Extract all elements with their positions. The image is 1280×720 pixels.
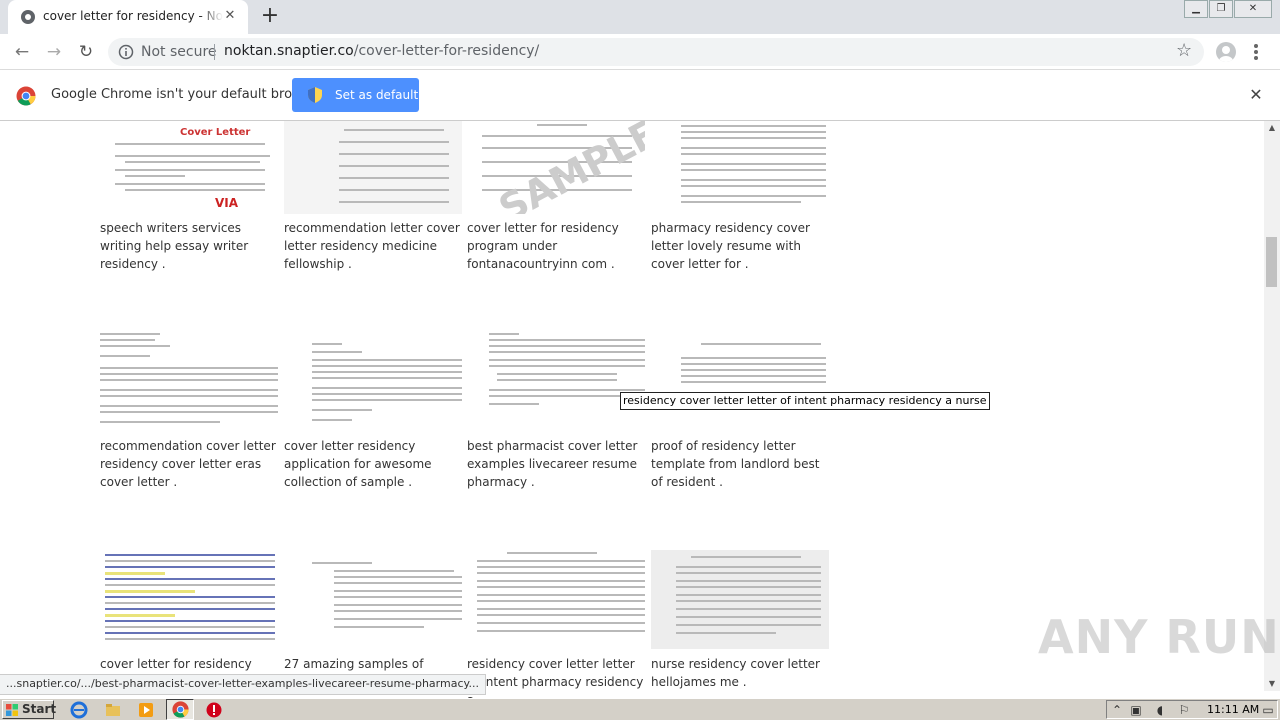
chrome-logo-icon bbox=[16, 86, 36, 106]
browser-tab[interactable]: cover letter for residency - Noktan.snap… bbox=[8, 0, 248, 34]
show-desktop-icon[interactable]: ▭ bbox=[1261, 703, 1275, 717]
url-path: /cover-letter-for-residency/ bbox=[353, 43, 540, 59]
volume-icon[interactable]: ◖ bbox=[1153, 703, 1167, 717]
tab-strip: cover letter for residency - Noktan.snap… bbox=[0, 0, 1280, 34]
image-caption[interactable]: 27 amazing samples of bbox=[284, 655, 464, 673]
link-status-bubble: ...snaptier.co/.../best-pharmacist-cover… bbox=[0, 674, 486, 695]
tab-close-icon[interactable]: ✕ bbox=[222, 8, 238, 24]
info-icon[interactable] bbox=[118, 44, 134, 60]
chrome-taskbar-button[interactable] bbox=[166, 699, 194, 720]
action-center-flag-icon[interactable]: ⚐ bbox=[1177, 703, 1191, 717]
start-button[interactable]: Start bbox=[2, 700, 57, 719]
window-close-icon[interactable]: ✕ bbox=[1234, 0, 1272, 18]
network-icon[interactable]: ▣ bbox=[1129, 703, 1143, 717]
address-bar[interactable]: Not secure noktan.snaptier.co/cover-lett… bbox=[108, 38, 1204, 66]
windows-taskbar: Start ⌃ ▣ ◖ ⚐ 11:11 AM ▭ bbox=[0, 698, 1280, 720]
scroll-down-arrow-icon[interactable]: ▼ bbox=[1264, 677, 1280, 691]
omnibox-separator bbox=[214, 44, 215, 60]
set-as-default-button[interactable]: Set as default bbox=[292, 78, 419, 112]
gallery-thumbnail[interactable]: Cover Letter VIA bbox=[100, 121, 278, 214]
browser-toolbar: ← → ↻ Not secure noktan.snaptier.co/cove… bbox=[0, 34, 1280, 70]
image-caption[interactable]: best pharmacist cover letter examples li… bbox=[467, 437, 647, 491]
gallery-thumbnail[interactable]: SAMPLE bbox=[467, 121, 645, 214]
image-caption[interactable]: cover letter residency application for a… bbox=[284, 437, 464, 491]
window-restore-icon[interactable]: ❐ bbox=[1209, 0, 1233, 18]
image-caption[interactable]: residency cover letter letter of intent … bbox=[467, 655, 647, 698]
gallery-thumbnail[interactable] bbox=[284, 331, 462, 427]
system-tray: ⌃ ▣ ◖ ⚐ 11:11 AM ▭ bbox=[1106, 700, 1278, 719]
uac-shield-icon bbox=[308, 87, 322, 103]
gallery-thumbnail[interactable] bbox=[651, 550, 829, 649]
image-caption[interactable]: recommendation letter cover letter resid… bbox=[284, 219, 464, 273]
gallery-thumbnail[interactable] bbox=[284, 550, 462, 649]
anyrun-watermark: ANY RUN bbox=[1038, 610, 1280, 664]
media-player-icon[interactable] bbox=[137, 701, 155, 719]
gallery-thumbnail[interactable] bbox=[467, 550, 645, 649]
start-label: Start bbox=[22, 702, 57, 716]
url-text[interactable]: noktan.snaptier.co/cover-letter-for-resi… bbox=[224, 43, 539, 59]
image-caption[interactable]: speech writers services writing help ess… bbox=[100, 219, 280, 273]
security-label[interactable]: Not secure bbox=[141, 44, 217, 60]
gallery-thumbnail[interactable] bbox=[651, 121, 829, 214]
image-caption[interactable]: cover letter for residency bbox=[100, 655, 280, 673]
clock[interactable]: 11:11 AM bbox=[1207, 703, 1259, 716]
chrome-icon bbox=[172, 701, 189, 718]
back-arrow-icon[interactable]: ← bbox=[10, 40, 34, 64]
forward-arrow-icon[interactable]: → bbox=[42, 40, 66, 64]
infobar-close-icon[interactable]: ✕ bbox=[1247, 86, 1265, 104]
image-caption[interactable]: cover letter for residency program under… bbox=[467, 219, 647, 273]
scroll-up-arrow-icon[interactable]: ▲ bbox=[1264, 121, 1280, 135]
reload-icon[interactable]: ↻ bbox=[74, 40, 98, 64]
thumbnail-badge: VIA bbox=[215, 196, 239, 210]
image-caption[interactable]: nurse residency cover letter hellojames … bbox=[651, 655, 831, 691]
gallery-thumbnail[interactable] bbox=[100, 550, 278, 649]
new-tab-icon[interactable]: + bbox=[258, 5, 282, 29]
image-caption[interactable]: recommendation cover letter residency co… bbox=[100, 437, 280, 491]
folder-icon[interactable] bbox=[104, 701, 122, 719]
ie-icon[interactable] bbox=[70, 701, 88, 719]
image-caption[interactable]: proof of residency letter template from … bbox=[651, 437, 831, 491]
scrollbar-thumb[interactable] bbox=[1266, 237, 1277, 287]
default-browser-infobar: Google Chrome isn't your default browser… bbox=[0, 70, 1280, 121]
tray-expand-icon[interactable]: ⌃ bbox=[1110, 703, 1124, 717]
gallery-thumbnail[interactable] bbox=[467, 331, 645, 427]
infobar-message: Google Chrome isn't your default browser bbox=[51, 87, 323, 102]
vertical-scrollbar[interactable]: ▲ ▼ bbox=[1264, 121, 1280, 691]
tab-title: cover letter for residency - Noktan.snap… bbox=[43, 9, 223, 27]
image-caption[interactable]: pharmacy residency cover letter lovely r… bbox=[651, 219, 831, 273]
window-minimize-icon[interactable]: ▁ bbox=[1184, 0, 1208, 18]
menu-kebab-icon[interactable] bbox=[1250, 42, 1262, 62]
profile-avatar-icon[interactable] bbox=[1216, 42, 1236, 62]
gallery-thumbnail[interactable] bbox=[284, 121, 462, 214]
set-as-default-label: Set as default bbox=[335, 88, 419, 102]
thumbnail-heading: Cover Letter bbox=[180, 127, 251, 138]
chrome-globe-icon bbox=[21, 10, 35, 24]
windows-flag-icon bbox=[6, 704, 18, 716]
url-host: noktan.snaptier.co bbox=[224, 43, 354, 59]
image-tooltip: residency cover letter letter of intent … bbox=[620, 392, 990, 410]
gallery-thumbnail[interactable] bbox=[100, 331, 278, 427]
gallery-thumbnail[interactable] bbox=[651, 331, 829, 427]
bookmark-star-icon[interactable]: ☆ bbox=[1176, 42, 1194, 60]
stop-icon[interactable] bbox=[205, 701, 223, 719]
